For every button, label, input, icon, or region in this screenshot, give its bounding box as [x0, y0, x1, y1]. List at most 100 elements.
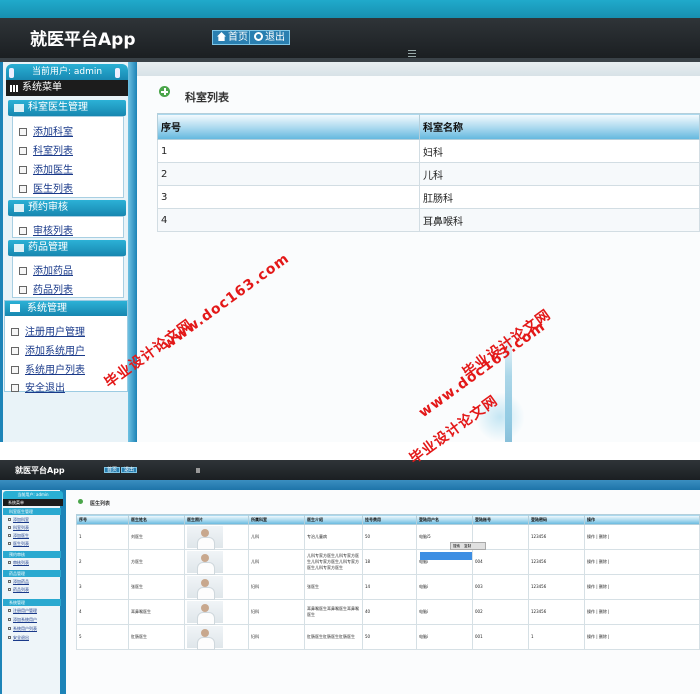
- top-accent-strip: [0, 0, 700, 18]
- menu-item-medicine-list[interactable]: 药品列表: [8, 587, 29, 593]
- table-row[interactable]: 3 张医生 妇科 张医生 14 电脑i 003 123456 操作 | 删除 |: [76, 574, 700, 600]
- folder-icon: [14, 244, 24, 252]
- row-actions[interactable]: 操作 | 删除 |: [584, 574, 700, 600]
- checkbox-icon: [11, 347, 19, 355]
- doctor-photo: [187, 626, 223, 650]
- power-icon: [254, 32, 263, 41]
- add-icon[interactable]: [159, 86, 170, 97]
- menu-item-safe-logout[interactable]: 安全退出: [8, 635, 29, 641]
- menu-item-department-list[interactable]: 科室列表: [8, 525, 29, 531]
- checkbox-icon: [8, 609, 11, 612]
- table-row[interactable]: 4 耳鼻喉科: [157, 208, 700, 232]
- sidebar: 当前用户: admin 系统菜单 科室医生管理 添加科室 科室列表 添加医生 医…: [0, 490, 66, 694]
- home-button[interactable]: 首页: [104, 467, 121, 473]
- table-row[interactable]: 1 妇科: [157, 139, 700, 163]
- table-row[interactable]: 1 刘医生 儿科 专治儿童病 50 电脑i5 123456 操作 | 删除 |: [76, 524, 700, 550]
- checkbox-icon: [19, 166, 27, 174]
- menu-item-add-department[interactable]: 添加科室: [8, 517, 29, 523]
- checkbox-icon: [11, 384, 19, 392]
- logout-button[interactable]: 退出: [249, 30, 290, 45]
- checkbox-icon: [8, 518, 11, 521]
- page-title: 科室列表: [185, 91, 229, 104]
- header-menu-icon[interactable]: [196, 468, 200, 473]
- menu-item-registered-users[interactable]: 注册用户管理: [8, 608, 37, 614]
- menu-group-department-doctor[interactable]: 科室医生管理: [3, 508, 61, 515]
- checkbox-icon: [11, 366, 19, 374]
- menu-item-add-doctor[interactable]: 添加医生: [19, 161, 73, 176]
- column-header-department-name: 科室名称: [419, 113, 700, 140]
- menu-group-appointment-review[interactable]: 预约审核: [8, 200, 126, 216]
- menu-item-registered-users[interactable]: 注册用户管理: [11, 323, 85, 338]
- page-title: 医生列表: [90, 501, 111, 507]
- table-row[interactable]: 3 肛肠科: [157, 185, 700, 209]
- menu-item-safe-logout[interactable]: 安全退出: [11, 379, 65, 394]
- row-actions[interactable]: 操作 | 删除 |: [584, 524, 700, 550]
- checkbox-icon: [8, 636, 11, 639]
- doctor-photo: [187, 576, 223, 600]
- column-header: 登陆密码: [528, 514, 585, 525]
- menu-item-doctor-list[interactable]: 医生列表: [8, 541, 29, 547]
- checkbox-icon: [19, 185, 27, 193]
- checkbox-icon: [19, 267, 27, 275]
- checkbox-icon: [8, 526, 11, 529]
- header-subbar: [0, 480, 700, 490]
- table-row[interactable]: 4 耳鼻喉医生 妇科 耳鼻喉医生耳鼻喉医生耳鼻喉医生 40 电脑i 002 12…: [76, 599, 700, 625]
- menu-group-medicine[interactable]: 药品管理: [3, 570, 61, 577]
- app-header: 就医平台App 首页 退出: [0, 460, 700, 480]
- text-selection-highlight: [420, 552, 472, 560]
- row-actions[interactable]: 操作 | 删除 |: [584, 549, 700, 575]
- table-row[interactable]: 2 儿科: [157, 162, 700, 186]
- column-header: 医生照片: [184, 514, 249, 525]
- menu-group-department-doctor[interactable]: 科室医生管理: [8, 100, 126, 116]
- column-header: 登陆账号: [472, 514, 529, 525]
- menu-item-add-doctor[interactable]: 添加医生: [8, 533, 29, 539]
- menu-group-medicine[interactable]: 药品管理: [8, 240, 126, 256]
- search-button[interactable]: 搜索: [453, 543, 460, 550]
- menu-group-system[interactable]: 系统管理: [3, 599, 61, 606]
- column-header-index: 序号: [157, 113, 420, 140]
- menu-item-add-medicine[interactable]: 添加药品: [19, 262, 73, 277]
- pin-icon: [9, 68, 14, 78]
- checkbox-icon: [19, 227, 27, 235]
- checkbox-icon: [8, 588, 11, 591]
- menu-group-system-header[interactable]: 系统管理: [5, 301, 127, 316]
- menu-item-system-user-list[interactable]: 系统用户列表: [11, 361, 85, 376]
- app-title: 就医平台App: [30, 30, 136, 50]
- menu-group-appointment-review[interactable]: 预约审核: [3, 551, 61, 558]
- menu-item-add-department[interactable]: 添加科室: [19, 123, 73, 138]
- app-header: 就医平台App 首页 退出: [0, 18, 700, 59]
- app-title: 就医平台App: [15, 466, 65, 475]
- department-table: 序号 科室名称 1 妇科 2 儿科 3 肛肠科 4 耳鼻喉科: [157, 113, 700, 232]
- add-icon[interactable]: [78, 499, 83, 504]
- checkbox-icon: [8, 627, 11, 630]
- doctor-list-screenshot: 就医平台App 首页 退出 当前用户: admin 系统菜单 科室医生管理 添加…: [0, 460, 700, 694]
- sidebar-splitter[interactable]: [128, 62, 137, 442]
- checkbox-icon: [8, 580, 11, 583]
- menu-item-add-system-user[interactable]: 添加系统用户: [11, 342, 85, 357]
- main-content: 科室列表 序号 科室名称 1 妇科 2 儿科 3 肛肠科 4 耳鼻喉科: [137, 62, 700, 442]
- row-actions[interactable]: 操作 | 删除 |: [584, 599, 700, 625]
- doctor-photo: [187, 601, 223, 625]
- menu-item-doctor-list[interactable]: 医生列表: [19, 180, 73, 195]
- menu-grid-icon: [10, 85, 19, 92]
- doctor-photo: [187, 551, 223, 575]
- column-header: 操作: [584, 514, 700, 525]
- row-actions[interactable]: 操作 | 删除 |: [584, 624, 700, 650]
- menu-item-review-list[interactable]: 审核列表: [8, 560, 29, 566]
- checkbox-icon: [19, 286, 27, 294]
- menu-item-add-medicine[interactable]: 添加药品: [8, 579, 29, 585]
- menu-item-system-user-list[interactable]: 系统用户列表: [8, 626, 37, 632]
- logout-button[interactable]: 退出: [121, 467, 138, 473]
- table-row[interactable]: 5 肛肠医生 妇科 肛肠医生肛肠医生肛肠医生 50 电脑i 001 1 操作 |…: [76, 624, 700, 650]
- menu-item-review-list[interactable]: 审核列表: [19, 222, 73, 237]
- copy-button[interactable]: 复制: [464, 543, 471, 550]
- home-button[interactable]: 首页: [212, 30, 253, 45]
- menu-item-department-list[interactable]: 科室列表: [19, 142, 73, 157]
- menu-item-add-system-user[interactable]: 添加系统用户: [8, 617, 37, 623]
- column-header: 医生介绍: [304, 514, 363, 525]
- menu-item-medicine-list[interactable]: 药品列表: [19, 281, 73, 296]
- table-row[interactable]: 2 方医生 儿科 儿科专家方医生儿科专家方医生儿科专家方医生儿科专家方医生儿科专…: [76, 549, 700, 575]
- current-user-bar: 当前用户: admin: [3, 491, 63, 499]
- system-menu-bar: 系统菜单: [3, 499, 63, 506]
- folder-icon: [14, 104, 24, 112]
